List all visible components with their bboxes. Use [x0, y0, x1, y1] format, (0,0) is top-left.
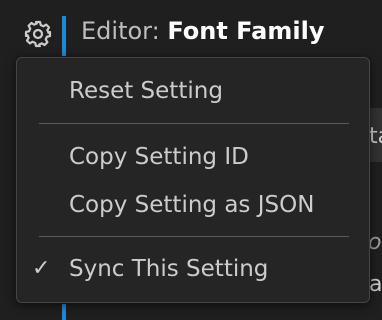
- sync-this-setting-menu-item[interactable]: ✓ Sync This Setting: [17, 246, 369, 292]
- setting-category: Editor:: [81, 17, 160, 45]
- menu-separator: [39, 236, 349, 237]
- menu-separator: [39, 123, 349, 124]
- copy-setting-as-json-menu-item[interactable]: Copy Setting as JSON: [17, 182, 369, 228]
- setting-name: Font Family: [167, 17, 325, 45]
- copy-setting-id-menu-item[interactable]: Copy Setting ID: [17, 134, 369, 180]
- gear-icon[interactable]: [23, 19, 53, 49]
- setting-title: Editor: Font Family: [81, 15, 324, 47]
- reset-setting-menu-item[interactable]: Reset Setting: [17, 68, 369, 114]
- background-setting-text: a: [369, 272, 382, 297]
- modified-indicator: [62, 16, 66, 56]
- setting-context-menu: Reset Setting Copy Setting ID Copy Setti…: [16, 57, 370, 303]
- menu-item-label: Sync This Setting: [69, 256, 269, 282]
- menu-item-label: Reset Setting: [69, 78, 223, 104]
- settings-editor: Editor: Font Family ta o a Reset Setting…: [0, 0, 382, 320]
- menu-item-label: Copy Setting as JSON: [69, 192, 315, 218]
- modified-indicator-continued: [62, 304, 66, 320]
- background-description-text: o: [368, 230, 382, 255]
- menu-item-label: Copy Setting ID: [69, 144, 249, 170]
- check-icon: ✓: [32, 256, 51, 281]
- font-family-input-text: ta: [369, 124, 382, 149]
